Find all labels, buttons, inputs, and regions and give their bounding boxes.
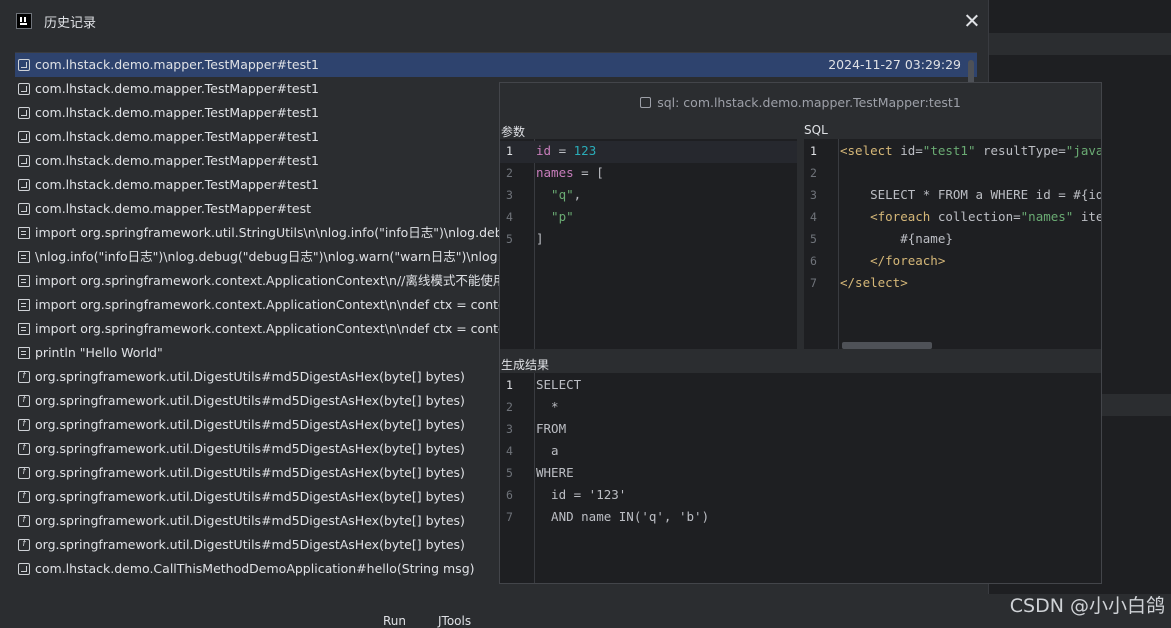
- list-item-label: import org.springframework.context.Appli…: [35, 297, 518, 312]
- popup-title-text: sql: com.lhstack.demo.mapper.TestMapper:…: [657, 95, 961, 110]
- class-icon: [18, 563, 30, 575]
- function-icon: f: [18, 371, 30, 383]
- function-icon: f: [18, 443, 30, 455]
- line-number: 6: [810, 254, 817, 268]
- line-number: 2: [506, 166, 513, 180]
- line-number: 2: [506, 400, 513, 414]
- list-item-label: import org.springframework.context.Appli…: [35, 273, 506, 288]
- line-number: 4: [506, 210, 513, 224]
- script-icon: [18, 323, 30, 335]
- result-label: 生成结果: [501, 358, 550, 372]
- script-icon: [18, 299, 30, 311]
- sql-label: SQL: [804, 123, 828, 137]
- line-number: 5: [810, 232, 817, 246]
- result-editor[interactable]: 1 SELECT 2 * 3 FROM 4 a 5 WHERE 6 id = '123' 7 AN…: [500, 373, 1101, 583]
- list-item-label: org.springframework.util.DigestUtils#md5…: [35, 369, 465, 384]
- line-number: 4: [810, 210, 817, 224]
- function-icon: f: [18, 395, 30, 407]
- script-icon: [18, 275, 30, 287]
- code-line: SELECT * FROM a WHERE id = #{id}: [840, 187, 1101, 202]
- code-line: *: [536, 399, 559, 414]
- close-icon[interactable]: [962, 11, 982, 31]
- list-item-label: println "Hello World": [35, 345, 163, 360]
- code-line: </foreach>: [840, 253, 946, 268]
- list-item-label: org.springframework.util.DigestUtils#md5…: [35, 393, 465, 408]
- class-icon: [18, 59, 30, 71]
- code-line: names = [: [536, 165, 604, 180]
- horizontal-scrollbar[interactable]: [842, 342, 932, 349]
- code-line: FROM: [536, 421, 567, 436]
- line-number: 3: [810, 188, 817, 202]
- popup-title: sql: com.lhstack.demo.mapper.TestMapper:…: [500, 83, 1101, 123]
- line-number: 1: [506, 144, 513, 158]
- params-label: 参数: [501, 125, 526, 139]
- line-number: 1: [810, 144, 817, 158]
- list-item-label: com.lhstack.demo.mapper.TestMapper#test1: [35, 153, 319, 168]
- line-number: 6: [506, 488, 513, 502]
- list-item[interactable]: com.lhstack.demo.mapper.TestMapper#test1…: [15, 53, 977, 77]
- params-editor[interactable]: 1 id = 123 2 names = [ 3 "q", 4 "p" 5]: [500, 139, 797, 349]
- list-item-label: org.springframework.util.DigestUtils#md5…: [35, 537, 465, 552]
- script-icon: [18, 227, 30, 239]
- list-item-timestamp: 2024-11-27 03:29:29: [828, 57, 961, 72]
- line-number: 4: [506, 444, 513, 458]
- ide-bottom-bar: [0, 594, 1171, 626]
- line-number: 3: [506, 188, 513, 202]
- line-number: 7: [506, 510, 513, 524]
- list-item-label: com.lhstack.demo.CallThisMethodDemoAppli…: [35, 561, 475, 576]
- script-icon: [18, 347, 30, 359]
- list-item-label: org.springframework.util.DigestUtils#md5…: [35, 417, 465, 432]
- line-number: 7: [810, 276, 817, 290]
- class-icon: [18, 83, 30, 95]
- function-icon: f: [18, 539, 30, 551]
- class-icon: [18, 203, 30, 215]
- script-icon: [18, 251, 30, 263]
- code-line: AND name IN('q', 'b'): [536, 509, 710, 524]
- intellij-logo-icon: [16, 13, 32, 29]
- ide-strip: [988, 33, 1171, 55]
- list-item-label: com.lhstack.demo.mapper.TestMapper#test1: [35, 81, 319, 96]
- list-item-label: org.springframework.util.DigestUtils#md5…: [35, 465, 465, 480]
- watermark: CSDN @小小白鸽: [1009, 595, 1165, 617]
- code-line: SELECT: [536, 377, 582, 392]
- line-number: 1: [506, 378, 513, 392]
- function-icon: f: [18, 467, 30, 479]
- class-icon: [18, 179, 30, 191]
- list-item-label: org.springframework.util.DigestUtils#md5…: [35, 441, 465, 456]
- list-item-label: com.lhstack.demo.mapper.TestMapper#test1: [35, 177, 319, 192]
- code-line: <select id="test1" resultType="java.: [840, 143, 1101, 158]
- function-icon: f: [18, 419, 30, 431]
- code-line: </select>: [840, 275, 908, 290]
- class-icon: [18, 155, 30, 167]
- dialog-title: 历史记录: [44, 16, 97, 31]
- code-line: #{name}: [840, 231, 953, 246]
- sql-editor[interactable]: 1<select id="test1" resultType="java.23 …: [804, 139, 1101, 349]
- class-icon: [18, 107, 30, 119]
- sql-preview-popup: sql: com.lhstack.demo.mapper.TestMapper:…: [499, 82, 1102, 584]
- code-line: "p": [536, 209, 574, 224]
- list-item-label: com.lhstack.demo.mapper.TestMapper#test: [35, 201, 312, 216]
- code-line: WHERE: [536, 465, 574, 480]
- list-item-label: org.springframework.util.DigestUtils#md5…: [35, 513, 465, 528]
- list-item-label: com.lhstack.demo.mapper.TestMapper#test1: [35, 105, 319, 120]
- line-number: 5: [506, 466, 513, 480]
- code-line: id = 123: [536, 143, 597, 158]
- function-icon: f: [18, 491, 30, 503]
- line-number: 5: [506, 232, 513, 246]
- code-line: a: [536, 443, 559, 458]
- class-icon: [18, 131, 30, 143]
- line-number: 2: [810, 166, 817, 180]
- line-number: 3: [506, 422, 513, 436]
- list-item-label: com.lhstack.demo.mapper.TestMapper#test1: [35, 129, 319, 144]
- list-item-label: com.lhstack.demo.mapper.TestMapper#test1: [35, 57, 319, 72]
- code-line: id = '123': [536, 487, 627, 502]
- class-icon: [640, 97, 652, 108]
- code-line: ]: [536, 231, 544, 246]
- list-item-label: org.springframework.util.DigestUtils#md5…: [35, 489, 465, 504]
- dialog-title-bar: 历史记录: [0, 0, 988, 42]
- function-icon: f: [18, 515, 30, 527]
- code-line: <foreach collection="names" item: [840, 209, 1101, 224]
- code-line: "q",: [536, 187, 582, 202]
- list-item-label: import org.springframework.context.Appli…: [35, 321, 518, 336]
